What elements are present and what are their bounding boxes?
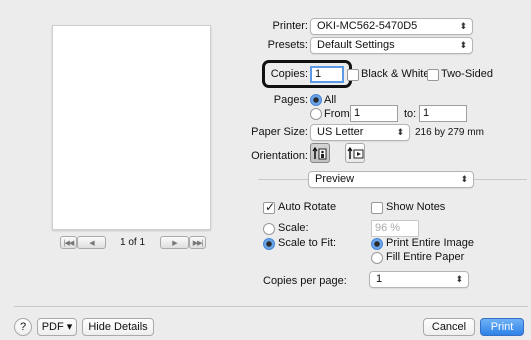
popup-arrows-icon: ⬍	[459, 40, 467, 50]
pdf-menu-label: PDF ▾	[41, 321, 73, 333]
portrait-icon	[312, 146, 327, 160]
hide-details-button[interactable]: Hide Details	[82, 318, 154, 336]
paper-size-popup[interactable]: US Letter ⬍	[310, 124, 410, 141]
help-icon: ?	[19, 321, 27, 333]
previous-page-button[interactable]: ◀	[77, 236, 106, 249]
pages-label: Pages:	[273, 94, 308, 106]
fill-entire-paper-label: Fill Entire Paper	[386, 251, 465, 263]
pages-to-input[interactable]: 1	[419, 105, 467, 122]
first-page-icon: |◀◀	[63, 239, 75, 247]
pages-all-label: All	[324, 94, 337, 106]
popup-arrows-icon: ⬍	[459, 21, 467, 31]
presets-value: Default Settings	[317, 39, 395, 51]
presets-label: Presets:	[267, 39, 308, 51]
printer-label: Printer:	[272, 20, 308, 32]
scale-radio[interactable]	[263, 223, 275, 235]
show-notes-checkbox[interactable]	[371, 202, 383, 214]
presets-popup[interactable]: Default Settings ⬍	[310, 37, 473, 54]
previous-page-icon: ◀	[89, 239, 94, 247]
next-page-button[interactable]: ▶	[160, 236, 189, 249]
last-page-icon: ▶▶|	[192, 239, 204, 247]
auto-rotate-checkbox[interactable]	[263, 200, 275, 214]
fill-entire-paper-radio[interactable]	[371, 252, 383, 264]
pages-to-label: to:	[404, 108, 417, 120]
first-page-button[interactable]: |◀◀	[60, 236, 77, 249]
show-notes-label: Show Notes	[386, 201, 446, 213]
printer-popup[interactable]: OKI-MC562-5470D5 ⬍	[310, 18, 473, 35]
popup-arrows-icon: ⬍	[455, 274, 463, 284]
copies-label: Copies:	[270, 68, 308, 80]
pages-from-label: From:	[324, 108, 353, 120]
copies-per-page-value: 1	[376, 273, 383, 285]
print-entire-image-radio[interactable]	[371, 238, 383, 250]
scale-input[interactable]: 96 %	[371, 220, 419, 237]
paper-dimensions: 216 by 279 mm	[415, 127, 484, 138]
cancel-label: Cancel	[431, 321, 467, 333]
scale-to-fit-label: Scale to Fit:	[278, 237, 337, 249]
landscape-orientation-button[interactable]	[345, 143, 365, 163]
two-sided-label: Two-Sided	[441, 68, 493, 80]
scale-to-fit-radio[interactable]	[263, 238, 275, 250]
popup-arrows-icon: ⬍	[396, 127, 404, 137]
section-divider-right	[474, 179, 527, 180]
section-popup-value: Preview	[315, 173, 355, 185]
printer-value: OKI-MC562-5470D5	[317, 20, 418, 32]
black-white-label: Black & White	[361, 68, 430, 80]
portrait-orientation-button[interactable]	[310, 143, 330, 163]
paper-size-label: Paper Size:	[251, 126, 308, 138]
pdf-menu-button[interactable]: PDF ▾	[37, 318, 77, 336]
bottom-divider	[14, 306, 528, 307]
section-popup[interactable]: Preview ⬍	[308, 171, 474, 188]
copies-per-page-popup[interactable]: 1 ⬍	[369, 271, 469, 288]
print-entire-image-label: Print Entire Image	[386, 237, 475, 249]
next-page-icon: ▶	[172, 239, 177, 247]
paper-size-value: US Letter	[317, 126, 364, 138]
landscape-icon	[347, 146, 364, 159]
scale-label: Scale:	[278, 222, 309, 234]
pages-from-radio[interactable]	[310, 108, 322, 120]
hide-details-label: Hide Details	[88, 321, 148, 333]
last-page-button[interactable]: ▶▶|	[189, 236, 206, 249]
popup-arrows-icon: ⬍	[460, 174, 468, 184]
print-button[interactable]: Print	[480, 318, 524, 336]
help-button[interactable]: ?	[14, 318, 32, 336]
print-label: Print	[490, 321, 514, 333]
copies-per-page-label: Copies per page:	[263, 275, 347, 287]
auto-rotate-label: Auto Rotate	[278, 201, 337, 213]
orientation-label: Orientation:	[251, 150, 308, 162]
two-sided-checkbox[interactable]	[427, 69, 439, 81]
copies-input[interactable]: 1	[310, 66, 344, 83]
page-indicator: 1 of 1	[120, 237, 146, 248]
page-preview	[52, 25, 211, 230]
pages-from-input[interactable]: 1	[350, 105, 398, 122]
section-divider-left	[258, 179, 308, 180]
black-white-checkbox[interactable]	[347, 69, 359, 81]
cancel-button[interactable]: Cancel	[423, 318, 475, 336]
pages-all-radio[interactable]	[310, 94, 322, 106]
